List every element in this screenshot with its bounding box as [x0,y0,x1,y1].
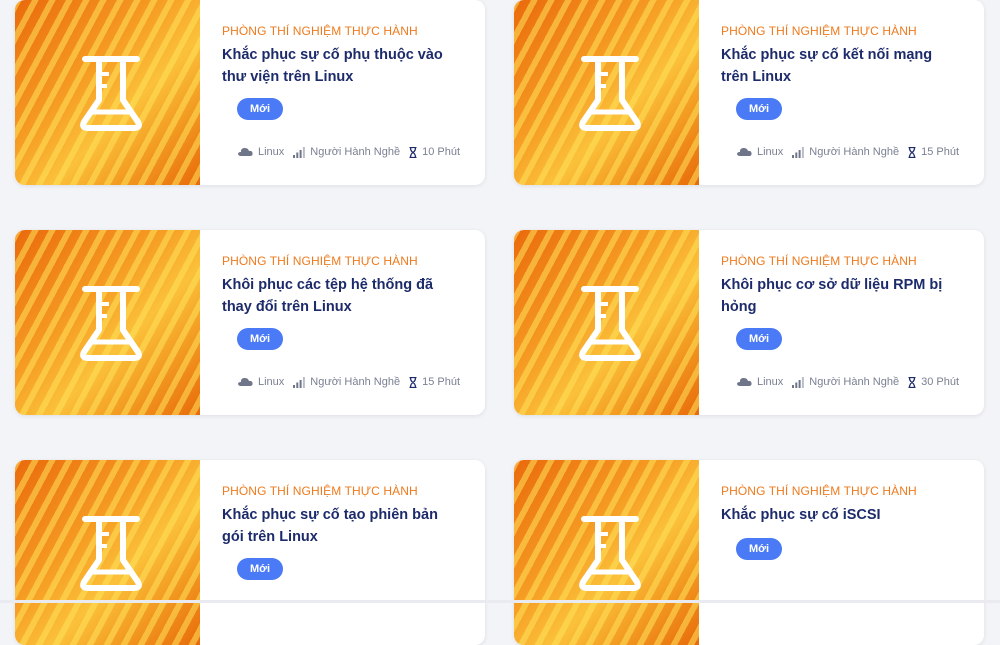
cloud-icon [736,377,752,387]
lab-thumbnail [15,460,200,645]
lab-card[interactable]: PHÒNG THÍ NGHIỆM THỰC HÀNH Khắc phục sự … [514,460,984,645]
new-badge: Mới [237,328,283,350]
signal-bars-icon [293,146,306,158]
lab-info: PHÒNG THÍ NGHIỆM THỰC HÀNH Khắc phục sự … [222,0,465,185]
flask-icon [579,56,641,131]
lab-title[interactable]: Khôi phục cơ sở dữ liệu RPM bị hỏng [721,274,964,318]
lab-card[interactable]: PHÒNG THÍ NGHIỆM THỰC HÀNH Khôi phục các… [15,230,485,415]
lab-title-line: Khắc phục sự cố phụ thuộc vào [222,47,443,63]
cloud-icon [237,147,253,157]
lab-title-line: gói trên Linux [222,529,318,545]
lab-meta: Linux Người Hành Nghề 15 Phút [237,376,469,388]
lab-title-line: Khắc phục sự cố tạo phiên bản [222,507,438,523]
flask-icon [80,286,142,361]
lab-title[interactable]: Khắc phục sự cố iSCSI [721,504,964,526]
lab-thumbnail [514,0,699,185]
duration-label: 10 Phút [422,146,461,158]
level-label: Người Hành Nghề [310,146,401,158]
flask-icon [579,286,641,361]
lab-title[interactable]: Khắc phục sự cố phụ thuộc vào thư viện t… [222,44,465,88]
lab-category: PHÒNG THÍ NGHIỆM THỰC HÀNH [721,254,917,268]
lab-category: PHÒNG THÍ NGHIỆM THỰC HÀNH [721,24,917,38]
os-label: Linux [258,376,285,388]
lab-info: PHÒNG THÍ NGHIỆM THỰC HÀNH Khắc phục sự … [222,460,465,645]
signal-bars-icon [792,376,805,388]
lab-meta: Linux Người Hành Nghề 15 Phút [736,146,968,158]
cloud-icon [237,377,253,387]
lab-info: PHÒNG THÍ NGHIỆM THỰC HÀNH Khôi phục các… [222,230,465,415]
flask-icon [579,516,641,591]
lab-thumbnail [15,230,200,415]
lab-thumbnail [514,460,699,645]
new-badge: Mới [736,328,782,350]
lab-meta: Linux Người Hành Nghề 30 Phút [736,376,968,388]
lab-thumbnail [15,0,200,185]
lab-title-line: Khôi phục cơ sở dữ liệu RPM bị [721,277,943,293]
level-label: Người Hành Nghề [809,376,900,388]
lab-title-line: thay đổi trên Linux [222,299,352,315]
lab-thumbnail [514,230,699,415]
lab-title[interactable]: Khôi phục các tệp hệ thống đã thay đổi t… [222,274,465,318]
lab-card[interactable]: PHÒNG THÍ NGHIỆM THỰC HÀNH Khắc phục sự … [15,460,485,645]
lab-info: PHÒNG THÍ NGHIỆM THỰC HÀNH Khôi phục cơ … [721,230,964,415]
os-label: Linux [757,146,784,158]
os-label: Linux [258,146,285,158]
new-badge: Mới [237,98,283,120]
lab-title-line: Khắc phục sự cố iSCSI [721,507,881,523]
duration-label: 15 Phút [422,376,461,388]
lab-info: PHÒNG THÍ NGHIỆM THỰC HÀNH Khắc phục sự … [721,0,964,185]
signal-bars-icon [293,376,306,388]
lab-meta: Linux Người Hành Nghề 10 Phút [237,146,469,158]
hourglass-icon [908,376,916,388]
lab-category: PHÒNG THÍ NGHIỆM THỰC HÀNH [222,484,418,498]
hourglass-icon [908,146,916,158]
lab-card[interactable]: PHÒNG THÍ NGHIỆM THỰC HÀNH Khắc phục sự … [15,0,485,185]
flask-icon [80,516,142,591]
hourglass-icon [409,146,417,158]
lab-category: PHÒNG THÍ NGHIỆM THỰC HÀNH [721,484,917,498]
hourglass-icon [409,376,417,388]
lab-title-line: trên Linux [721,69,792,85]
lab-title-line: thư viện trên Linux [222,69,354,85]
level-label: Người Hành Nghề [310,376,401,388]
new-badge: Mới [736,98,782,120]
lab-info: PHÒNG THÍ NGHIỆM THỰC HÀNH Khắc phục sự … [721,460,964,645]
duration-label: 30 Phút [921,376,960,388]
lab-title-line: hỏng [721,299,757,315]
os-label: Linux [757,376,784,388]
flask-icon [80,56,142,131]
new-badge: Mới [736,538,782,560]
level-label: Người Hành Nghề [809,146,900,158]
lab-card[interactable]: PHÒNG THÍ NGHIỆM THỰC HÀNH Khôi phục cơ … [514,230,984,415]
lab-card[interactable]: PHÒNG THÍ NGHIỆM THỰC HÀNH Khắc phục sự … [514,0,984,185]
cloud-icon [736,147,752,157]
lab-title-line: Khôi phục các tệp hệ thống đã [222,277,434,293]
signal-bars-icon [792,146,805,158]
duration-label: 15 Phút [921,146,960,158]
lab-category: PHÒNG THÍ NGHIỆM THỰC HÀNH [222,254,418,268]
lab-title[interactable]: Khắc phục sự cố tạo phiên bản gói trên L… [222,504,465,548]
lab-title-line: Khắc phục sự cố kết nối mạng [721,47,933,63]
lab-category: PHÒNG THÍ NGHIỆM THỰC HÀNH [222,24,418,38]
new-badge: Mới [237,558,283,580]
lab-title[interactable]: Khắc phục sự cố kết nối mạng trên Linux [721,44,964,88]
